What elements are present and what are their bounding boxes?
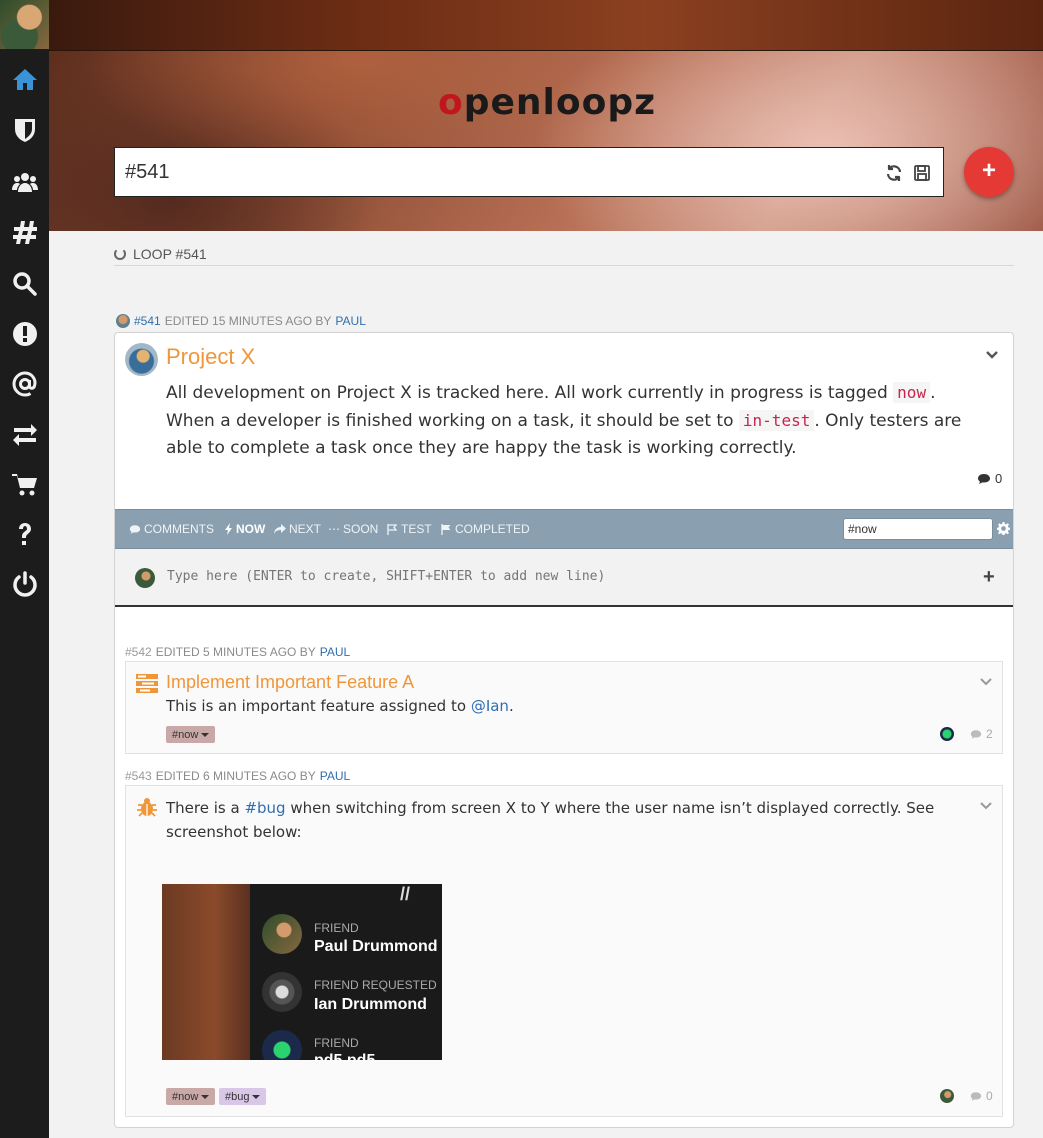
top-strip bbox=[49, 0, 1043, 51]
add-line-button[interactable]: + bbox=[983, 566, 995, 589]
post-id-link[interactable]: #541 bbox=[134, 314, 161, 328]
child-stats: 2 bbox=[940, 727, 993, 741]
tab-next[interactable]: NEXT bbox=[273, 522, 321, 536]
post-card: Project X All development on Project X i… bbox=[114, 332, 1014, 1128]
comment-count[interactable]: 0 bbox=[977, 471, 1002, 486]
bug-icon bbox=[136, 796, 158, 818]
exchange-icon[interactable] bbox=[0, 412, 49, 456]
post-meta: #541 EDITED 15 MINUTES AGO BY PAUL bbox=[116, 314, 366, 328]
tag-code-in-test: in-test bbox=[738, 410, 815, 431]
child-meta-text: EDITED 5 MINUTES AGO BY bbox=[155, 645, 316, 659]
sidebar bbox=[0, 0, 49, 1138]
child-text: This is an important feature assigned to… bbox=[166, 697, 514, 715]
tag-bug[interactable]: #bug bbox=[219, 1088, 267, 1105]
ellipsis-icon: ⋯ bbox=[328, 522, 340, 536]
composer: + bbox=[115, 549, 1013, 607]
child-meta-text: EDITED 6 MINUTES AGO BY bbox=[155, 769, 316, 783]
tag-now[interactable]: #now bbox=[166, 726, 216, 743]
search-icon[interactable] bbox=[0, 262, 49, 306]
shield-icon[interactable] bbox=[0, 108, 49, 152]
child-stats: 0 bbox=[940, 1089, 993, 1103]
chevron-down-icon[interactable] bbox=[980, 798, 992, 810]
add-button[interactable]: + bbox=[964, 147, 1014, 197]
embedded-screenshot[interactable]: // FRIEND Paul Drummond FRIEND REQUESTED… bbox=[162, 884, 442, 1060]
tab-comments[interactable]: COMMENTS bbox=[129, 522, 214, 536]
child-author-link[interactable]: PAUL bbox=[320, 645, 350, 659]
users-icon[interactable] bbox=[0, 160, 49, 204]
friend-label: FRIEND bbox=[314, 921, 359, 935]
post-avatar bbox=[125, 343, 158, 376]
tag-code-now: now bbox=[893, 382, 931, 403]
composer-input[interactable] bbox=[167, 565, 947, 587]
power-icon[interactable] bbox=[0, 562, 49, 606]
tab-test[interactable]: TEST bbox=[387, 522, 432, 536]
flag-outline-icon bbox=[387, 523, 398, 535]
child-meta: #542 EDITED 5 MINUTES AGO BY PAUL bbox=[125, 645, 350, 659]
refresh-icon[interactable] bbox=[885, 164, 903, 182]
flag-icon bbox=[441, 523, 451, 535]
child-card: Implement Important Feature A This is an… bbox=[125, 661, 1003, 754]
gear-icon[interactable] bbox=[996, 522, 1011, 536]
friend-avatar bbox=[262, 914, 302, 954]
child-card: There is a #bug when switching from scre… bbox=[125, 785, 1003, 1117]
question-icon[interactable] bbox=[0, 512, 49, 556]
post-description: All development on Project X is tracked … bbox=[166, 382, 962, 458]
alert-icon[interactable] bbox=[0, 312, 49, 356]
tab-now[interactable]: NOW bbox=[225, 522, 265, 536]
breadcrumb-label: LOOP #541 bbox=[133, 246, 207, 262]
status-tab-bar: COMMENTS NOW NEXT ⋯ SOON TEST COMPLETED bbox=[115, 509, 1013, 549]
hashtag-link[interactable]: #bug bbox=[244, 799, 285, 817]
tab-filter-input[interactable] bbox=[843, 518, 993, 540]
current-user-avatar bbox=[135, 568, 155, 588]
child-meta: #543 EDITED 6 MINUTES AGO BY PAUL bbox=[125, 769, 350, 783]
search-input[interactable] bbox=[125, 148, 865, 196]
friend-name: Paul Drummond bbox=[314, 938, 438, 955]
bolt-icon bbox=[225, 523, 232, 535]
child-comment-count[interactable]: 0 bbox=[986, 1089, 993, 1103]
search-bar bbox=[114, 147, 944, 197]
tab-completed[interactable]: COMPLETED bbox=[441, 522, 530, 536]
screenshot-background bbox=[162, 884, 250, 1060]
feature-icon bbox=[136, 673, 158, 695]
stripe-icon: // bbox=[400, 884, 411, 904]
friend-label: FRIEND bbox=[314, 1036, 359, 1050]
child-title[interactable]: Implement Important Feature A bbox=[166, 672, 414, 693]
child-id[interactable]: #543 bbox=[125, 769, 152, 783]
user-avatar[interactable] bbox=[0, 0, 49, 49]
tag-now[interactable]: #now bbox=[166, 1088, 216, 1105]
app-logo: openloopz bbox=[438, 82, 657, 123]
comment-icon bbox=[970, 729, 982, 739]
comment-icon bbox=[978, 473, 990, 484]
tab-soon[interactable]: ⋯ SOON bbox=[328, 522, 378, 536]
child-comment-count[interactable]: 2 bbox=[986, 727, 993, 741]
friend-avatar bbox=[262, 1030, 302, 1060]
chevron-down-icon[interactable] bbox=[985, 347, 999, 361]
mention-link[interactable]: @Ian bbox=[471, 697, 509, 715]
friend-name: pd5 pd5 bbox=[314, 1052, 375, 1060]
post-title[interactable]: Project X bbox=[166, 344, 255, 370]
friend-avatar bbox=[262, 972, 302, 1012]
child-id[interactable]: #542 bbox=[125, 645, 152, 659]
author-link[interactable]: PAUL bbox=[335, 314, 365, 328]
author-avatar bbox=[116, 314, 130, 328]
save-icon[interactable] bbox=[913, 164, 931, 182]
child-author-link[interactable]: PAUL bbox=[320, 769, 350, 783]
post-meta-text: EDITED 15 MINUTES AGO BY bbox=[164, 314, 332, 328]
hashtag-icon[interactable] bbox=[0, 210, 49, 254]
share-icon bbox=[274, 523, 286, 534]
assignee-avatar bbox=[940, 727, 954, 741]
chevron-down-icon[interactable] bbox=[980, 674, 992, 686]
at-icon[interactable] bbox=[0, 362, 49, 406]
assignee-avatar bbox=[940, 1089, 954, 1103]
comment-icon bbox=[970, 1091, 982, 1101]
loop-icon bbox=[114, 248, 126, 260]
cart-icon[interactable] bbox=[0, 462, 49, 506]
home-icon[interactable] bbox=[0, 58, 49, 102]
friend-label: FRIEND REQUESTED bbox=[314, 978, 437, 992]
breadcrumb: LOOP #541 bbox=[114, 243, 1014, 266]
child-text: There is a #bug when switching from scre… bbox=[166, 799, 935, 841]
comment-icon bbox=[129, 524, 141, 534]
friend-name: Ian Drummond bbox=[314, 996, 427, 1013]
